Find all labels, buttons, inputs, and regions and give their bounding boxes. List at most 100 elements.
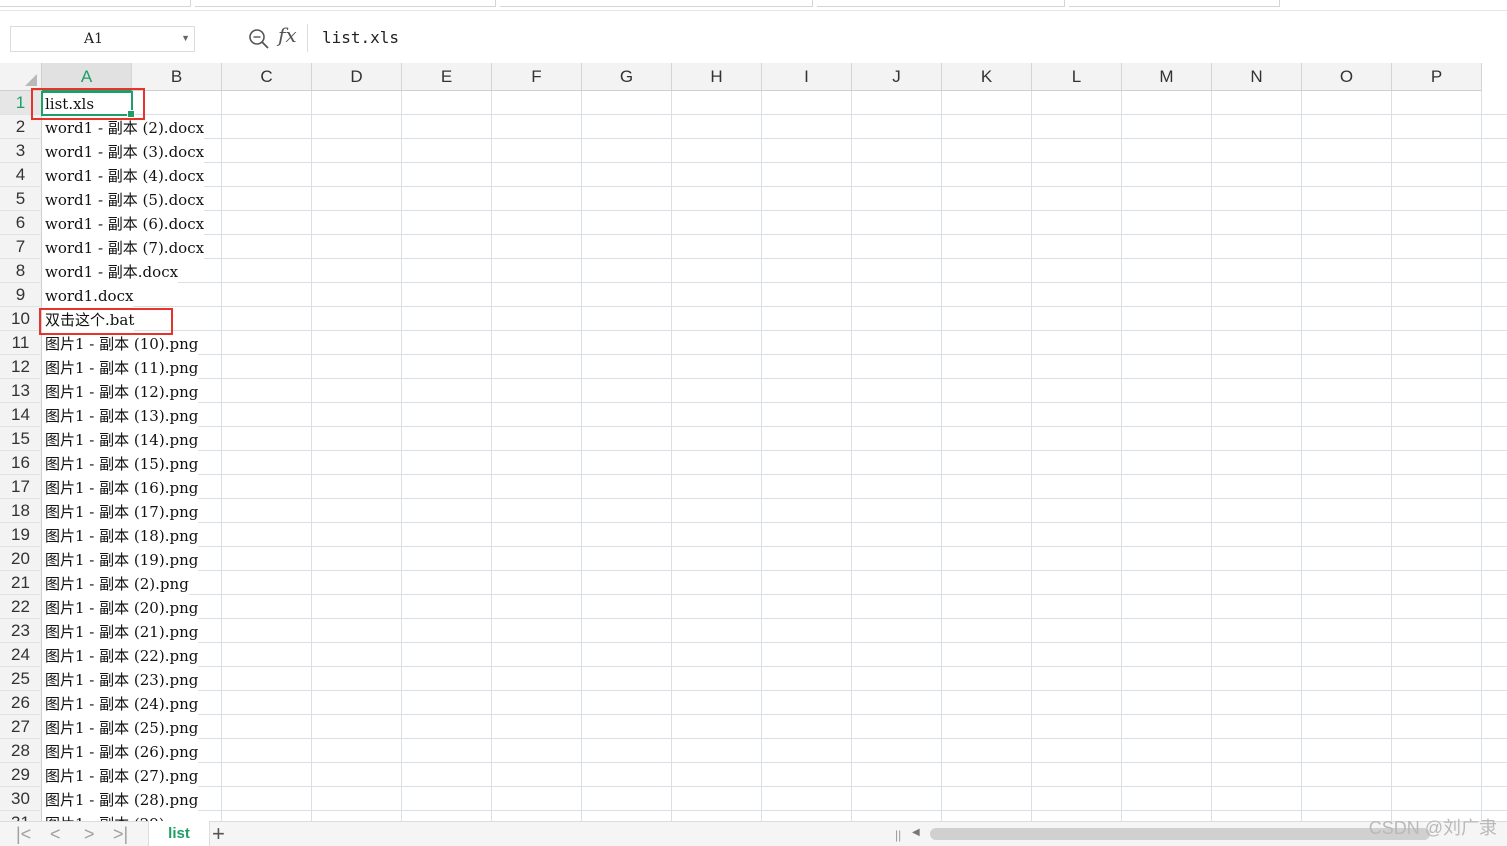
column-header-i[interactable]: I [762, 63, 852, 91]
gridline [671, 91, 672, 821]
add-sheet-icon[interactable]: + [212, 822, 225, 846]
cell-a17[interactable]: 图片1 - 副本 (16).png [42, 475, 199, 499]
cell-a12[interactable]: 图片1 - 副本 (11).png [42, 355, 199, 379]
column-header-n[interactable]: N [1212, 63, 1302, 91]
toolbar-segment [1069, 0, 1280, 7]
row-header[interactable]: 30 [0, 787, 42, 811]
row-header[interactable]: 21 [0, 571, 42, 595]
row-header[interactable]: 14 [0, 403, 42, 427]
row-header[interactable]: 11 [0, 331, 42, 355]
cell-a20[interactable]: 图片1 - 副本 (19).png [42, 547, 199, 571]
row-header[interactable]: 19 [0, 523, 42, 547]
cell-a25[interactable]: 图片1 - 副本 (23).png [42, 667, 199, 691]
spreadsheet-grid[interactable]: ABCDEFGHIJKLMNOP 1 list.xls 2 word1 - 副本 (2… [0, 63, 1507, 821]
column-header-f[interactable]: F [492, 63, 582, 91]
next-sheet-icon[interactable]: > [84, 824, 95, 844]
row-header[interactable]: 15 [0, 427, 42, 451]
row-header[interactable]: 10 [0, 307, 42, 331]
column-header-m[interactable]: M [1122, 63, 1212, 91]
cell-a3[interactable]: word1 - 副本 (3).docx [42, 139, 205, 163]
last-sheet-icon[interactable]: >| [113, 824, 128, 844]
row-header[interactable]: 6 [0, 211, 42, 235]
gridline [311, 91, 312, 821]
sheet-tab-list[interactable]: list [148, 821, 210, 846]
column-header-g[interactable]: G [582, 63, 672, 91]
cell-a7[interactable]: word1 - 副本 (7).docx [42, 235, 205, 259]
row-header[interactable]: 9 [0, 283, 42, 307]
column-header-c[interactable]: C [222, 63, 312, 91]
cell-a4[interactable]: word1 - 副本 (4).docx [42, 163, 205, 187]
cell-a9[interactable]: word1.docx [42, 283, 134, 307]
split-handle-icon[interactable]: || [895, 828, 901, 842]
cell-a13[interactable]: 图片1 - 副本 (12).png [42, 379, 199, 403]
cell-a16[interactable]: 图片1 - 副本 (15).png [42, 451, 199, 475]
row-header[interactable]: 26 [0, 691, 42, 715]
column-header-l[interactable]: L [1032, 63, 1122, 91]
row-header[interactable]: 24 [0, 643, 42, 667]
cell-a28[interactable]: 图片1 - 副本 (26).png [42, 739, 199, 763]
cell-a21[interactable]: 图片1 - 副本 (2).png [42, 571, 189, 595]
row-header[interactable]: 25 [0, 667, 42, 691]
cell-a23[interactable]: 图片1 - 副本 (21).png [42, 619, 199, 643]
row-header[interactable]: 8 [0, 259, 42, 283]
row-header[interactable]: 13 [0, 379, 42, 403]
column-header-a[interactable]: A [42, 63, 132, 91]
select-all-corner[interactable] [0, 63, 42, 91]
cell-a18[interactable]: 图片1 - 副本 (17).png [42, 499, 199, 523]
cell-a15[interactable]: 图片1 - 副本 (14).png [42, 427, 199, 451]
row-header[interactable]: 22 [0, 595, 42, 619]
name-box[interactable]: A1 ▼ [10, 26, 195, 52]
gridline [42, 210, 1507, 211]
name-box-value: A1 [83, 31, 104, 47]
formula-input[interactable]: list.xls [307, 24, 1507, 52]
cell-a26[interactable]: 图片1 - 副本 (24).png [42, 691, 199, 715]
cell-a27[interactable]: 图片1 - 副本 (25).png [42, 715, 199, 739]
row-header[interactable]: 5 [0, 187, 42, 211]
row-header[interactable]: 27 [0, 715, 42, 739]
cell-a31[interactable]: 图片1 - 副本 (29)... [42, 811, 180, 821]
cell-a30[interactable]: 图片1 - 副本 (28).png [42, 787, 199, 811]
first-sheet-icon[interactable]: |< [16, 824, 31, 844]
row-header[interactable]: 3 [0, 139, 42, 163]
row-header[interactable]: 29 [0, 763, 42, 787]
row-header[interactable]: 17 [0, 475, 42, 499]
function-icon[interactable]: fx [278, 23, 297, 47]
column-header-j[interactable]: J [852, 63, 942, 91]
cell-a5[interactable]: word1 - 副本 (5).docx [42, 187, 205, 211]
cell-a19[interactable]: 图片1 - 副本 (18).png [42, 523, 199, 547]
cell-a22[interactable]: 图片1 - 副本 (20).png [42, 595, 199, 619]
scroll-left-icon[interactable]: ◀ [912, 827, 920, 838]
gridline [42, 114, 1507, 115]
cell-a29[interactable]: 图片1 - 副本 (27).png [42, 763, 199, 787]
column-header-h[interactable]: H [672, 63, 762, 91]
gridline [42, 330, 1507, 331]
gridline [1391, 91, 1392, 821]
column-header-b[interactable]: B [132, 63, 222, 91]
row-header[interactable]: 20 [0, 547, 42, 571]
column-header-e[interactable]: E [402, 63, 492, 91]
row-header[interactable]: 28 [0, 739, 42, 763]
cell-a24[interactable]: 图片1 - 副本 (22).png [42, 643, 199, 667]
gridline [42, 162, 1507, 163]
column-header-d[interactable]: D [312, 63, 402, 91]
column-header-o[interactable]: O [1302, 63, 1392, 91]
row-header[interactable]: 23 [0, 619, 42, 643]
horizontal-scrollbar[interactable] [930, 828, 1430, 840]
row-header[interactable]: 16 [0, 451, 42, 475]
row-header[interactable]: 31 [0, 811, 42, 821]
prev-sheet-icon[interactable]: < [50, 824, 61, 844]
row-header[interactable]: 12 [0, 355, 42, 379]
column-header-p[interactable]: P [1392, 63, 1482, 91]
gridline [42, 618, 1507, 619]
zoom-icon[interactable] [247, 27, 271, 51]
row-header[interactable]: 7 [0, 235, 42, 259]
column-header-k[interactable]: K [942, 63, 1032, 91]
cell-a8[interactable]: word1 - 副本.docx [42, 259, 179, 283]
gridline [1301, 91, 1302, 821]
row-header[interactable]: 4 [0, 163, 42, 187]
row-header[interactable]: 18 [0, 499, 42, 523]
gridline [42, 402, 1507, 403]
cell-a14[interactable]: 图片1 - 副本 (13).png [42, 403, 199, 427]
chevron-down-icon[interactable]: ▼ [181, 33, 190, 43]
cell-a6[interactable]: word1 - 副本 (6).docx [42, 211, 205, 235]
